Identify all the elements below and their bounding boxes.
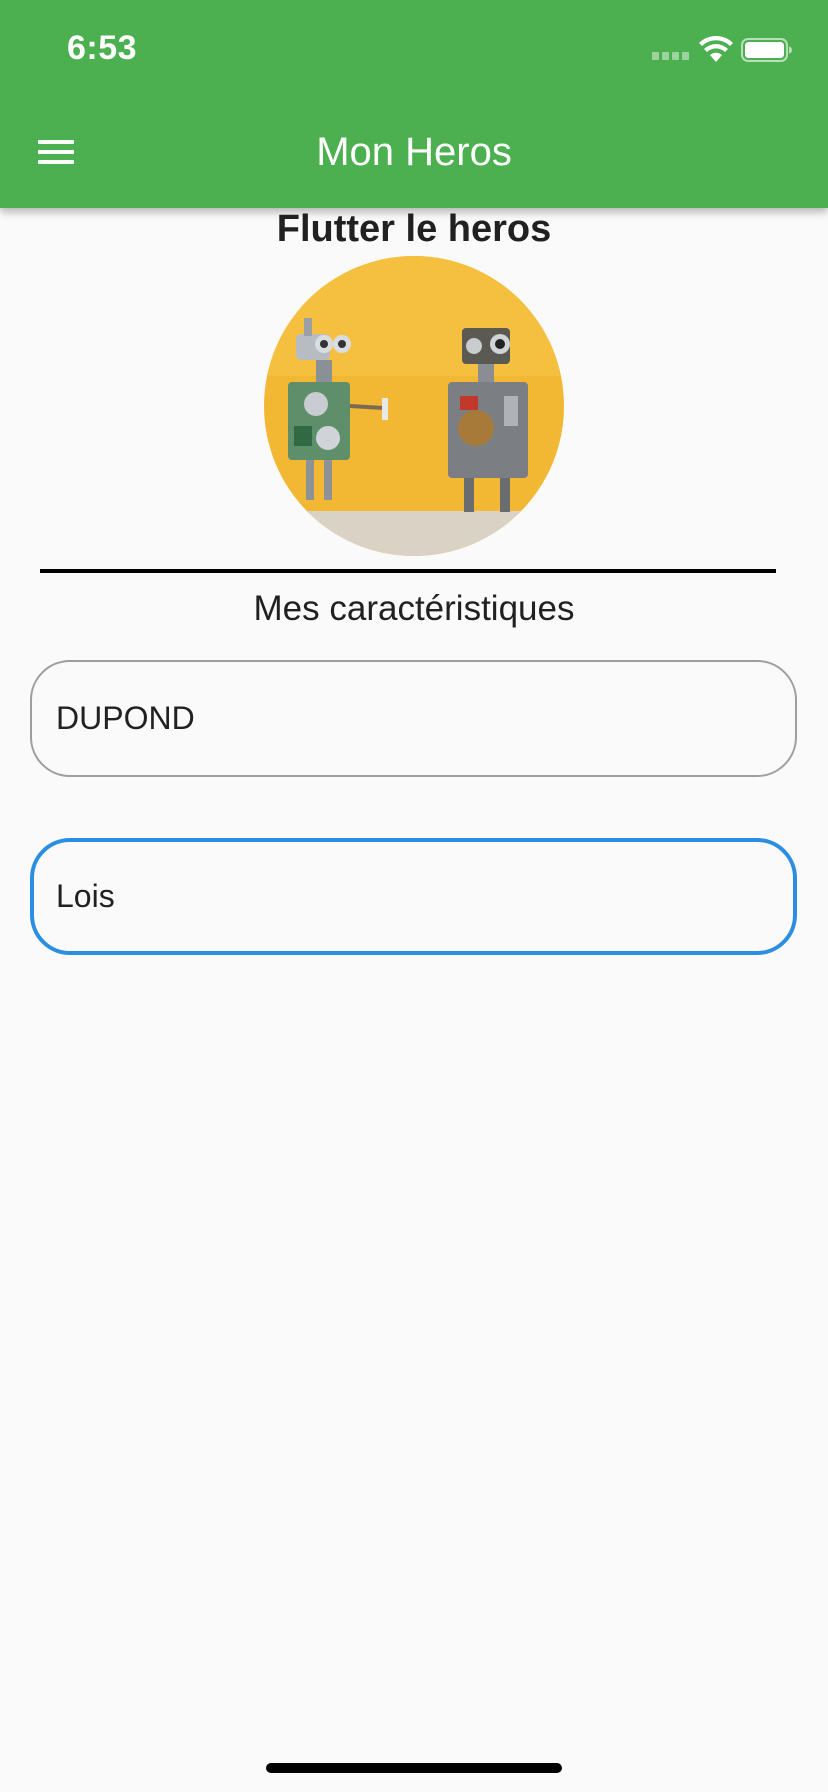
- hero-name: Flutter le heros: [276, 208, 552, 250]
- first-name-field[interactable]: [30, 838, 797, 955]
- toolbar: Mon Heros: [0, 100, 828, 208]
- status-bar: 6:53: [0, 0, 828, 100]
- last-name-field[interactable]: [30, 660, 797, 777]
- cellular-signal-icon: [652, 52, 692, 62]
- section-heading: Mes caractéristiques: [253, 589, 575, 628]
- divider: [40, 569, 776, 573]
- app-title: Mon Heros: [316, 130, 512, 174]
- wifi-icon: [699, 36, 733, 62]
- app-bar: 6:53 Mon Heros: [0, 0, 828, 208]
- hero-avatar: [264, 256, 564, 556]
- battery-icon: [741, 38, 792, 62]
- robots-image: [264, 256, 564, 556]
- status-time: 6:53: [67, 29, 138, 67]
- home-indicator[interactable]: [266, 1763, 562, 1773]
